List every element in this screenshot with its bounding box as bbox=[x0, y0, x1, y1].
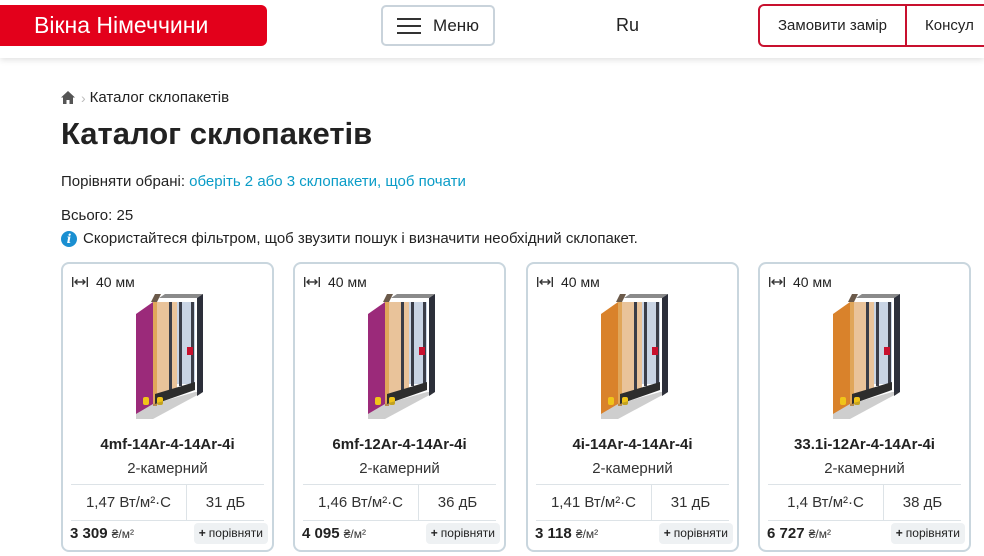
sound-insulation: 36 дБ bbox=[437, 494, 478, 511]
width-arrows-icon bbox=[72, 277, 88, 287]
u-value: 1,47 Вт/м²·С bbox=[71, 485, 187, 520]
consultation-button[interactable]: Консул bbox=[905, 6, 984, 45]
logo[interactable]: Вікна Німеччини bbox=[0, 5, 267, 46]
product-name[interactable]: 6mf-12Ar-4-14Ar-4i bbox=[295, 436, 504, 453]
product-card[interactable]: 40 мм 4mf-14Ar-4-14Ar-4i 2-камерний 1,47… bbox=[61, 262, 274, 552]
u-value: 1,4 Вт/м²·С bbox=[768, 485, 884, 520]
specs-row: 1,41 Вт/м²·С 31 дБ bbox=[536, 484, 729, 521]
plus-icon: + bbox=[430, 526, 438, 540]
compare-button-label: порівняти bbox=[208, 526, 263, 540]
compare-button-label: порівняти bbox=[440, 526, 495, 540]
product-card[interactable]: 40 мм 33.1i-12Ar-4-14Ar-4i 2-камерний 1,… bbox=[758, 262, 971, 552]
thickness-value: 40 мм bbox=[793, 274, 832, 290]
price-value: 3 309 bbox=[70, 525, 108, 542]
language-switch[interactable]: Ru bbox=[616, 15, 639, 36]
glass-unit-illustration bbox=[136, 294, 203, 419]
chamber-count: 2-камерний bbox=[127, 460, 208, 477]
u-value: 1,41 Вт/м²·С bbox=[536, 485, 652, 520]
site-header: Вікна Німеччини Меню Ru Замовити замір К… bbox=[0, 0, 984, 58]
price-unit: ₴/м² bbox=[343, 527, 366, 541]
price-value: 6 727 bbox=[767, 525, 805, 542]
product-name[interactable]: 4mf-14Ar-4-14Ar-4i bbox=[63, 436, 272, 453]
breadcrumb: › Каталог склопакетів bbox=[61, 89, 229, 106]
product-card[interactable]: 40 мм 4i-14Ar-4-14Ar-4i 2-камерний 1,41 … bbox=[526, 262, 739, 552]
total-count: Всього: 25 bbox=[61, 207, 134, 224]
chamber-count: 2-камерний bbox=[592, 460, 673, 477]
plus-icon: + bbox=[663, 526, 671, 540]
order-measure-button[interactable]: Замовити замір bbox=[760, 6, 905, 45]
price-unit: ₴/м² bbox=[111, 527, 134, 541]
hamburger-icon bbox=[397, 17, 421, 34]
u-value: 1,46 Вт/м²·С bbox=[303, 485, 419, 520]
chamber-count: 2-камерний bbox=[824, 460, 905, 477]
glass-unit-illustration bbox=[368, 294, 435, 419]
compare-button-label: порівняти bbox=[673, 526, 728, 540]
menu-label: Меню bbox=[433, 15, 479, 35]
thickness: 40 мм bbox=[304, 274, 367, 290]
thickness: 40 мм bbox=[769, 274, 832, 290]
hint-text: Скористайтеся фільтром, щоб звузити пошу… bbox=[83, 230, 638, 247]
compare-button[interactable]: + порівняти bbox=[658, 523, 733, 544]
thickness-value: 40 мм bbox=[328, 274, 367, 290]
price-unit: ₴/м² bbox=[808, 527, 831, 541]
compare-button[interactable]: + порівняти bbox=[890, 523, 965, 544]
product-card[interactable]: 40 мм 6mf-12Ar-4-14Ar-4i 2-камерний 1,46… bbox=[293, 262, 506, 552]
compare-button[interactable]: + порівняти bbox=[193, 523, 268, 544]
compare-link[interactable]: оберіть 2 або 3 склопакети, щоб почати bbox=[189, 173, 466, 190]
compare-label: Порівняти обрані: bbox=[61, 173, 185, 190]
specs-row: 1,46 Вт/м²·С 36 дБ bbox=[303, 484, 496, 521]
home-icon[interactable] bbox=[61, 91, 75, 104]
product-name[interactable]: 4i-14Ar-4-14Ar-4i bbox=[528, 436, 737, 453]
filter-hint: i Скористайтеся фільтром, щоб звузити по… bbox=[61, 230, 638, 247]
price: 6 727 ₴/м² bbox=[767, 525, 831, 542]
glass-unit-illustration bbox=[601, 294, 668, 419]
product-name[interactable]: 33.1i-12Ar-4-14Ar-4i bbox=[760, 436, 969, 453]
specs-row: 1,47 Вт/м²·С 31 дБ bbox=[71, 484, 264, 521]
plus-icon: + bbox=[198, 526, 206, 540]
breadcrumb-current: Каталог склопакетів bbox=[89, 89, 230, 106]
page-title: Каталог склопакетів bbox=[61, 116, 373, 151]
specs-row: 1,4 Вт/м²·С 38 дБ bbox=[768, 484, 961, 521]
glass-unit-illustration bbox=[833, 294, 900, 419]
compare-button-label: порівняти bbox=[905, 526, 960, 540]
menu-button[interactable]: Меню bbox=[381, 5, 495, 46]
sound-insulation: 31 дБ bbox=[205, 494, 246, 511]
compare-row: Порівняти обрані: оберіть 2 або 3 склопа… bbox=[61, 173, 466, 190]
thickness: 40 мм bbox=[537, 274, 600, 290]
price: 3 118 ₴/м² bbox=[535, 525, 598, 542]
price-value: 4 095 bbox=[302, 525, 340, 542]
header-actions: Замовити замір Консул bbox=[758, 4, 984, 47]
price-unit: ₴/м² bbox=[575, 527, 599, 541]
price: 4 095 ₴/м² bbox=[302, 525, 366, 542]
chevron-right-icon: › bbox=[81, 89, 86, 106]
price-value: 3 118 bbox=[535, 525, 572, 542]
compare-button[interactable]: + порівняти bbox=[425, 523, 500, 544]
width-arrows-icon bbox=[304, 277, 320, 287]
chamber-count: 2-камерний bbox=[359, 460, 440, 477]
price: 3 309 ₴/м² bbox=[70, 525, 134, 542]
width-arrows-icon bbox=[537, 277, 553, 287]
plus-icon: + bbox=[895, 526, 903, 540]
thickness-value: 40 мм bbox=[561, 274, 600, 290]
sound-insulation: 38 дБ bbox=[902, 494, 943, 511]
thickness: 40 мм bbox=[72, 274, 135, 290]
width-arrows-icon bbox=[769, 277, 785, 287]
thickness-value: 40 мм bbox=[96, 274, 135, 290]
info-icon: i bbox=[61, 230, 77, 247]
sound-insulation: 31 дБ bbox=[670, 494, 711, 511]
